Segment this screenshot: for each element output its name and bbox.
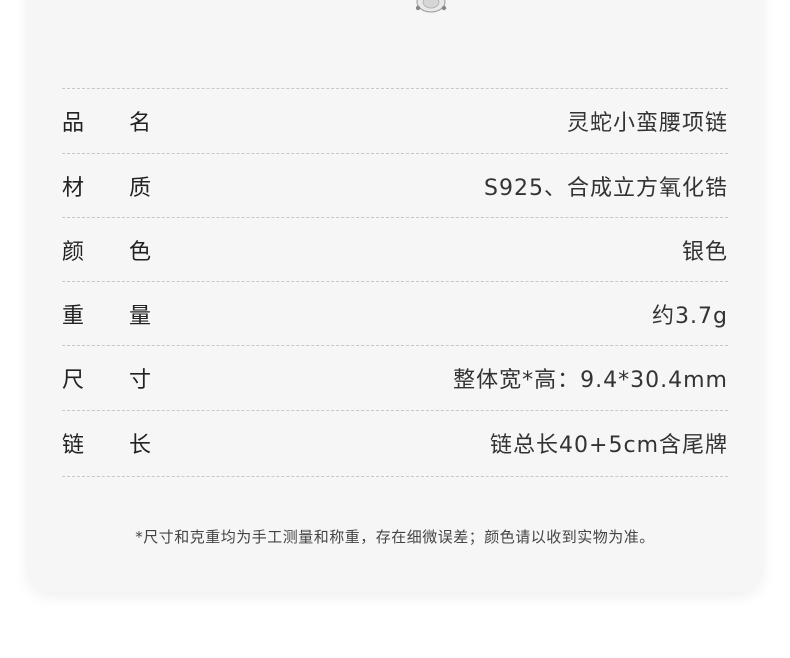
spec-row-color: 颜 色 银色 [62, 218, 728, 282]
spec-label-char: 颜 [62, 240, 85, 265]
divider-bottom [62, 476, 728, 477]
spec-label-char: 重 [62, 304, 85, 329]
spec-row-chain-length: 链 长 链总长40+5cm含尾牌 [62, 411, 728, 475]
spec-label: 链 长 [62, 427, 162, 459]
spec-value: 整体宽*高：9.4*30.4mm [453, 368, 728, 393]
spec-value: 银色 [681, 240, 728, 265]
spec-label-char: 链 [62, 433, 85, 458]
spec-label-char: 品 [62, 111, 85, 136]
spec-value: 灵蛇小蛮腰项链 [566, 111, 728, 136]
spec-value: 约3.7g [652, 304, 728, 329]
spec-label-char: 名 [129, 111, 152, 136]
spec-label: 材 质 [62, 170, 162, 202]
spec-label: 颜 色 [62, 234, 162, 266]
spec-label-char: 寸 [129, 368, 152, 393]
spec-label: 尺 寸 [62, 362, 162, 394]
spec-label: 品 名 [62, 105, 162, 137]
spec-label-char: 尺 [62, 368, 85, 393]
disclaimer-note: *尺寸和克重均为手工测量和称重，存在细微误差；颜色请以收到实物为准。 [135, 528, 655, 546]
spec-row-weight: 重 量 约3.7g [62, 282, 728, 346]
spec-row-name: 品 名 灵蛇小蛮腰项链 [62, 89, 728, 153]
pendant-gem-icon [415, 0, 447, 13]
spec-label-char: 材 [62, 176, 85, 201]
spec-value: 链总长40+5cm含尾牌 [490, 433, 728, 458]
spec-label-char: 长 [129, 433, 152, 458]
spec-label-char: 量 [129, 304, 152, 329]
spec-row-material: 材 质 S925、合成立方氧化锆 [62, 154, 728, 218]
spec-label: 重 量 [62, 298, 162, 330]
spec-label-char: 色 [129, 240, 152, 265]
spec-row-size: 尺 寸 整体宽*高：9.4*30.4mm [62, 346, 728, 410]
spec-value: S925、合成立方氧化锆 [484, 176, 728, 201]
spec-label-char: 质 [129, 176, 152, 201]
